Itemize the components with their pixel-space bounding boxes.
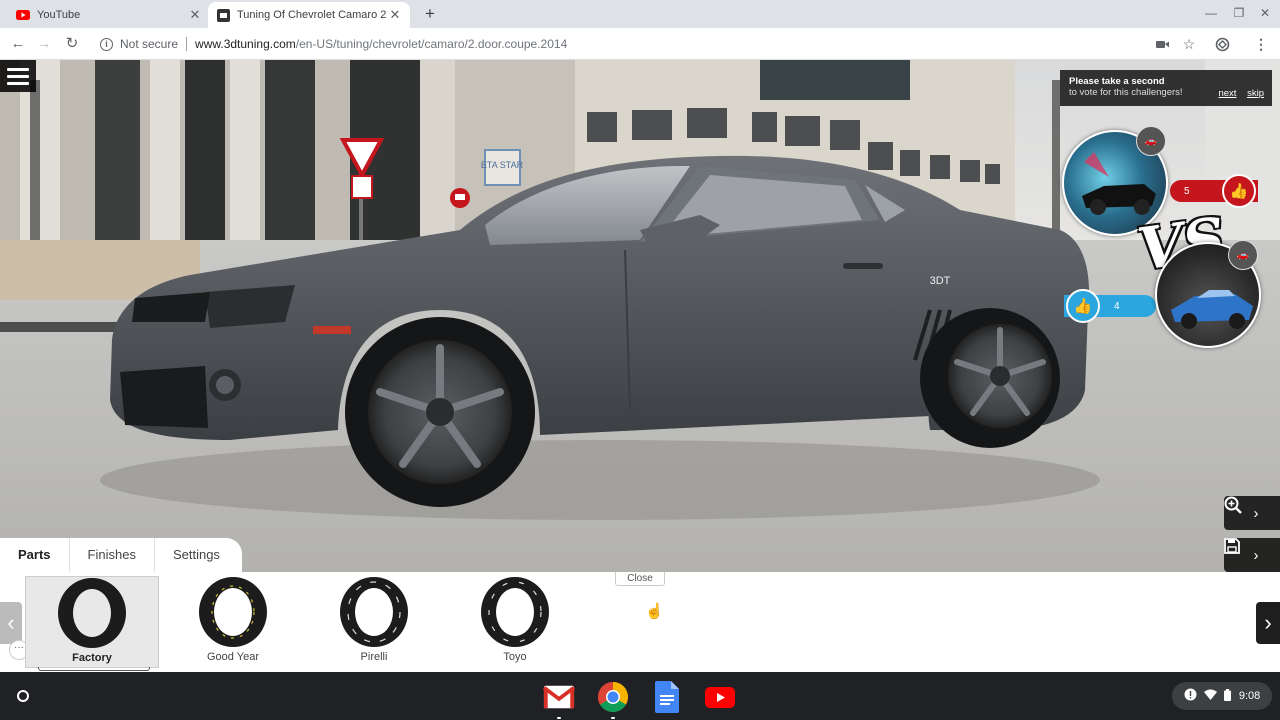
tire-option-toyo[interactable]: Toyo: [448, 576, 582, 668]
divider: [186, 37, 188, 51]
tire-toyo-icon: [481, 577, 549, 647]
car-viewer[interactable]: ETA STAR 3DT Please take a second to vot…: [0, 60, 1280, 572]
tire-option-factory[interactable]: Factory: [25, 576, 159, 671]
scroll-left-button[interactable]: ‹: [0, 602, 22, 644]
tab-strip: YouTube ✕ Tuning Of Chevrolet Camaro 2 D…: [0, 0, 1280, 28]
url-path: /en-US/tuning/chevrolet/camaro/2.door.co…: [295, 37, 568, 51]
close-tab-icon[interactable]: ✕: [188, 7, 202, 23]
camera-icon[interactable]: [1153, 35, 1171, 53]
launcher-button[interactable]: [11, 684, 35, 708]
tab-title: Tuning Of Chevrolet Camaro 2 D: [237, 9, 388, 21]
bookmark-star-icon[interactable]: ☆: [1180, 35, 1198, 53]
tab-3dtuning[interactable]: Tuning Of Chevrolet Camaro 2 D ✕: [208, 2, 410, 28]
tire-label: Pirelli: [360, 651, 388, 663]
security-status: Not secure: [120, 37, 179, 51]
minimize-icon[interactable]: —: [1201, 6, 1221, 20]
skip-link[interactable]: skip: [1247, 88, 1264, 99]
tire-option-goodyear[interactable]: Good Year: [166, 576, 300, 668]
selected-indicator: [38, 667, 150, 671]
chevron-right-icon: ›: [1253, 546, 1259, 564]
docs-app-icon[interactable]: [651, 681, 683, 713]
wifi-icon: [1204, 689, 1218, 703]
new-tab-button[interactable]: +: [420, 4, 440, 24]
chromeos-shelf: 9:08: [0, 672, 1280, 720]
youtube-app-icon[interactable]: [704, 681, 736, 713]
tire-pirelli-icon: [340, 577, 408, 647]
system-tray[interactable]: 9:08: [1172, 682, 1272, 710]
tire-label: Factory: [72, 652, 112, 664]
tab-settings[interactable]: Settings: [154, 538, 242, 572]
tab-youtube[interactable]: YouTube ✕: [8, 2, 210, 28]
save-button[interactable]: ›: [1224, 538, 1280, 572]
close-tab-icon[interactable]: ✕: [388, 7, 402, 23]
close-window-icon[interactable]: ✕: [1255, 6, 1275, 20]
next-link[interactable]: next: [1218, 88, 1236, 99]
close-panel-button[interactable]: Close: [615, 572, 665, 586]
chrome-app-icon[interactable]: [597, 681, 629, 719]
reload-icon[interactable]: ↻: [62, 34, 82, 54]
address-bar[interactable]: i Not secure www.3dtuning.com /en-US/tun…: [92, 31, 1142, 57]
3dtuning-favicon-icon: [216, 8, 230, 22]
tab-parts[interactable]: Parts: [0, 538, 70, 572]
back-icon[interactable]: ←: [8, 34, 28, 54]
tire-goodyear-icon: [199, 577, 267, 647]
clock: 9:08: [1238, 690, 1261, 702]
battery-icon: [1224, 688, 1232, 704]
thumbs-up-red-icon[interactable]: 👍: [1222, 174, 1256, 208]
thumbs-up-blue-icon[interactable]: 👍: [1066, 289, 1100, 323]
main-menu-button[interactable]: [0, 60, 36, 92]
tire-option-pirelli[interactable]: Pirelli: [307, 576, 441, 668]
hand-cursor-icon: ☝: [645, 603, 664, 620]
youtube-favicon-icon: [16, 8, 30, 22]
url-host: www.3dtuning.com: [195, 37, 296, 51]
parts-panel: Close ‹ ··· Factory Good Year Pirelli To…: [0, 572, 1280, 672]
zoom-button[interactable]: ›: [1224, 496, 1280, 530]
page-content: ETA STAR 3DT Please take a second to vot…: [0, 60, 1280, 672]
running-indicator: [611, 717, 615, 719]
restore-icon[interactable]: ❐: [1229, 6, 1249, 20]
building-sign-text: ETA STAR: [481, 160, 524, 170]
chevron-right-icon: ›: [1253, 504, 1259, 522]
parts-tabs: Parts Finishes Settings: [0, 538, 242, 572]
tab-title: YouTube: [37, 9, 81, 21]
car-badge-text: 3DT: [930, 275, 951, 287]
tab-finishes[interactable]: Finishes: [69, 538, 155, 572]
browser-toolbar: ← → ↻ i Not secure www.3dtuning.com /en-…: [0, 28, 1280, 60]
notification-icon: [1184, 688, 1197, 704]
tire-label: Toyo: [503, 651, 527, 663]
forward-icon[interactable]: →: [34, 34, 54, 54]
challenger-bottom-avatar: 🚗: [1228, 240, 1258, 270]
vote-banner: Please take a second to vote for this ch…: [1060, 70, 1272, 106]
gmail-app-icon[interactable]: [543, 681, 575, 719]
running-indicator: [557, 717, 561, 719]
challenger-top-avatar: 🚗: [1136, 126, 1166, 156]
scroll-right-button[interactable]: ›: [1256, 602, 1280, 644]
extension-icon[interactable]: [1213, 35, 1231, 53]
tire-factory-icon: [58, 578, 126, 648]
info-icon[interactable]: i: [100, 37, 113, 51]
vote-title: Please take a second: [1069, 76, 1165, 87]
menu-kebab-icon[interactable]: ⋮: [1252, 35, 1270, 53]
tire-label: Good Year: [207, 651, 259, 663]
